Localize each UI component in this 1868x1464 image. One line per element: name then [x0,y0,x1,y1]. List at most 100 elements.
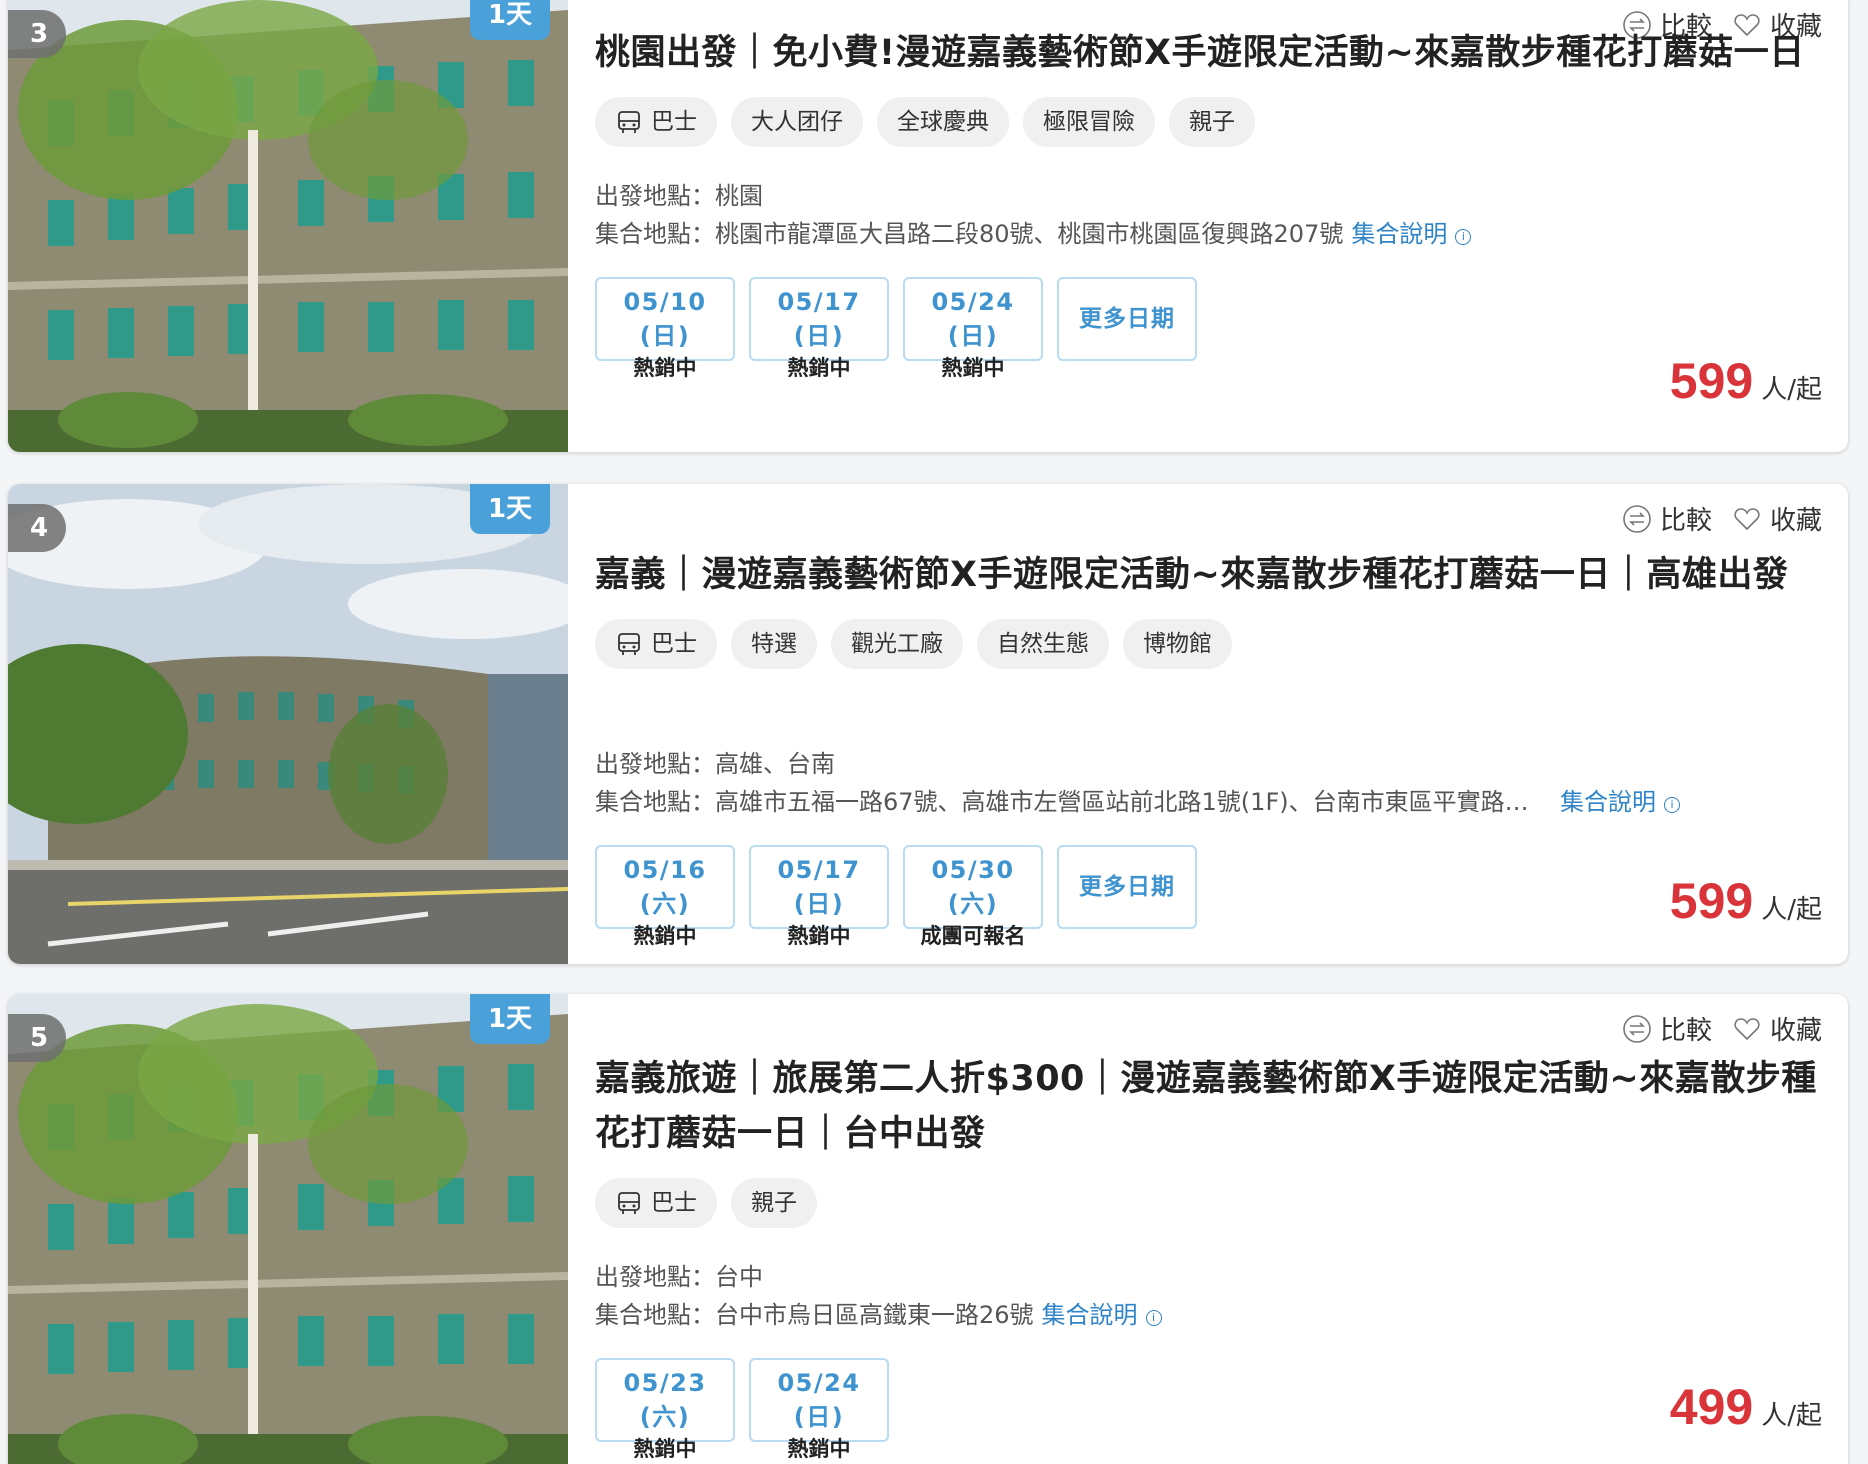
date-status: 成團可報名 [920,924,1026,948]
date-weekday: (日) [793,322,845,350]
price-value: 599 [1669,873,1754,929]
tag[interactable]: 觀光工廠 [831,619,963,669]
date-status: 熱銷中 [941,356,1005,380]
tag[interactable]: 特選 [731,619,817,669]
tag[interactable]: 巴士 [595,619,717,669]
tag-list: 巴士 大人团仔 全球慶典 極限冒險 親子 [595,97,1822,147]
date-weekday: (日) [947,322,999,350]
date-option[interactable]: 05/24 (日) 熱銷中 [903,277,1043,380]
tour-list: 3 1天 比較 收藏 桃園出發｜免小費!漫遊嘉義藝術節X手遊限定活動~來嘉散步種… [0,0,1868,1464]
date-weekday: (六) [639,1403,691,1431]
meeting-point-row: 集合地點：高雄市五福一路67號、高雄市左營區站前北路1號(1F)、台南市東區平實… [595,783,1822,821]
date-option[interactable]: 05/30 (六) 成團可報名 [903,845,1043,948]
tag[interactable]: 親子 [731,1178,817,1228]
price-unit: 人/起 [1761,895,1822,925]
duration-badge: 1天 [470,0,550,40]
more-dates-button[interactable]: 更多日期 [1057,845,1197,929]
info-icon[interactable]: i [1455,229,1472,245]
bus-icon [618,1192,640,1214]
date-list: 05/23 (六) 熱銷中 05/24 (日) 熱銷中 [595,1358,1822,1461]
departure-point: 出發地點：台中 [595,1263,763,1291]
meeting-point: 集合地點：台中市烏日區高鐵東一路26號 [595,1301,1034,1329]
date-weekday: (日) [639,322,691,350]
duration-badge: 1天 [470,994,550,1044]
meeting-info-link[interactable]: 集合說明 [1351,220,1447,248]
price-value: 599 [1669,353,1754,409]
meeting-info-link[interactable]: 集合說明 [1560,788,1656,816]
card-content: 嘉義｜漫遊嘉義藝術節X手遊限定活動~來嘉散步種花打蘑菇一日｜高雄出發 巴士 特選… [595,484,1822,948]
tag-label: 巴士 [651,631,697,657]
tour-photo[interactable]: 5 1天 [8,994,568,1464]
tag-list: 巴士 親子 [595,1178,1822,1228]
bus-icon [618,111,640,133]
tag[interactable]: 親子 [1169,97,1255,147]
meeting-info-link[interactable]: 集合說明 [1042,1301,1138,1329]
rank-badge: 4 [8,504,66,552]
meeting-point: 集合地點：高雄市五福一路67號、高雄市左營區站前北路1號(1F)、台南市東區平實… [595,788,1530,816]
meeting-point: 集合地點：桃園市龍潭區大昌路二段80號、桃園市桃園區復興路207號 [595,220,1344,248]
tour-title[interactable]: 嘉義｜漫遊嘉義藝術節X手遊限定活動~來嘉散步種花打蘑菇一日｜高雄出發 [595,548,1835,603]
meeting-point-row: 集合地點：台中市烏日區高鐵東一路26號 集合說明 i [595,1296,1822,1334]
date-option[interactable]: 05/16 (六) 熱銷中 [595,845,735,948]
tour-card[interactable]: 4 1天 比較 收藏 嘉義｜漫遊嘉義藝術節X手遊限定活動~來嘉散步種花打蘑菇一日… [8,484,1848,964]
info-icon[interactable]: i [1145,1310,1162,1326]
date-option[interactable]: 05/24 (日) 熱銷中 [749,1358,889,1461]
price-unit: 人/起 [1761,375,1822,405]
rank-badge: 3 [8,10,66,58]
date-value: 05/24 [777,1369,861,1397]
date-status: 熱銷中 [787,356,851,380]
date-option[interactable]: 05/17 (日) 熱銷中 [749,277,889,380]
price: 499 人/起 [1670,1378,1822,1436]
price: 599 人/起 [1670,872,1822,930]
tag[interactable]: 巴士 [595,97,717,147]
date-value: 05/17 [777,856,861,884]
tag-label: 巴士 [651,109,697,135]
date-weekday: (六) [947,890,999,918]
tag[interactable]: 博物館 [1123,619,1232,669]
date-option[interactable]: 05/23 (六) 熱銷中 [595,1358,735,1461]
date-value: 05/24 [931,288,1015,316]
meeting-point-row: 集合地點：桃園市龍潭區大昌路二段80號、桃園市桃園區復興路207號 集合說明 i [595,215,1822,253]
date-value: 05/30 [931,856,1015,884]
card-content: 桃園出發｜免小費!漫遊嘉義藝術節X手遊限定活動~來嘉散步種花打蘑菇一日 巴士 大… [595,0,1825,380]
more-dates-button[interactable]: 更多日期 [1057,277,1197,361]
date-weekday: (六) [639,890,691,918]
date-value: 05/17 [777,288,861,316]
date-option[interactable]: 05/10 (日) 熱銷中 [595,277,735,380]
date-status: 熱銷中 [787,1437,851,1461]
duration-badge: 1天 [470,484,550,534]
tag-label: 巴士 [651,1190,697,1216]
date-list: 05/10 (日) 熱銷中 05/17 (日) 熱銷中 05/24 (日) 熱銷… [595,277,1822,380]
date-value: 05/16 [623,856,707,884]
tag[interactable]: 全球慶典 [877,97,1009,147]
date-status: 熱銷中 [633,924,697,948]
date-weekday: (日) [793,890,845,918]
date-value: 05/10 [623,288,707,316]
rank-badge: 5 [8,1014,66,1062]
tour-title[interactable]: 桃園出發｜免小費!漫遊嘉義藝術節X手遊限定活動~來嘉散步種花打蘑菇一日 [595,26,1825,81]
departure-point: 出發地點：高雄、台南 [595,750,835,778]
date-status: 熱銷中 [787,924,851,948]
tag[interactable]: 自然生態 [977,619,1109,669]
price-unit: 人/起 [1761,1401,1822,1431]
tag-list: 巴士 特選 觀光工廠 自然生態 博物館 [595,619,1822,669]
bus-icon [618,633,640,655]
tour-title[interactable]: 嘉義旅遊｜旅展第二人折$300｜漫遊嘉義藝術節X手遊限定活動~來嘉散步種花打蘑菇… [595,1052,1825,1162]
price-value: 499 [1669,1379,1754,1435]
date-weekday: (日) [793,1403,845,1431]
tag[interactable]: 大人团仔 [731,97,863,147]
date-list: 05/16 (六) 熱銷中 05/17 (日) 熱銷中 05/30 (六) 成團… [595,845,1822,948]
tour-photo[interactable]: 4 1天 [8,484,568,964]
date-status: 熱銷中 [633,356,697,380]
date-option[interactable]: 05/17 (日) 熱銷中 [749,845,889,948]
tag[interactable]: 巴士 [595,1178,717,1228]
info-icon[interactable]: i [1664,797,1680,813]
tour-card[interactable]: 3 1天 比較 收藏 桃園出發｜免小費!漫遊嘉義藝術節X手遊限定活動~來嘉散步種… [8,0,1848,452]
tour-photo[interactable]: 3 1天 [8,0,568,452]
tag[interactable]: 極限冒險 [1023,97,1155,147]
date-value: 05/23 [623,1369,707,1397]
departure-point: 出發地點：桃園 [595,182,763,210]
price: 599 人/起 [1670,352,1822,410]
tour-card[interactable]: 5 1天 比較 收藏 嘉義旅遊｜旅展第二人折$300｜漫遊嘉義藝術節X手遊限定活… [8,994,1848,1464]
date-status: 熱銷中 [633,1437,697,1461]
